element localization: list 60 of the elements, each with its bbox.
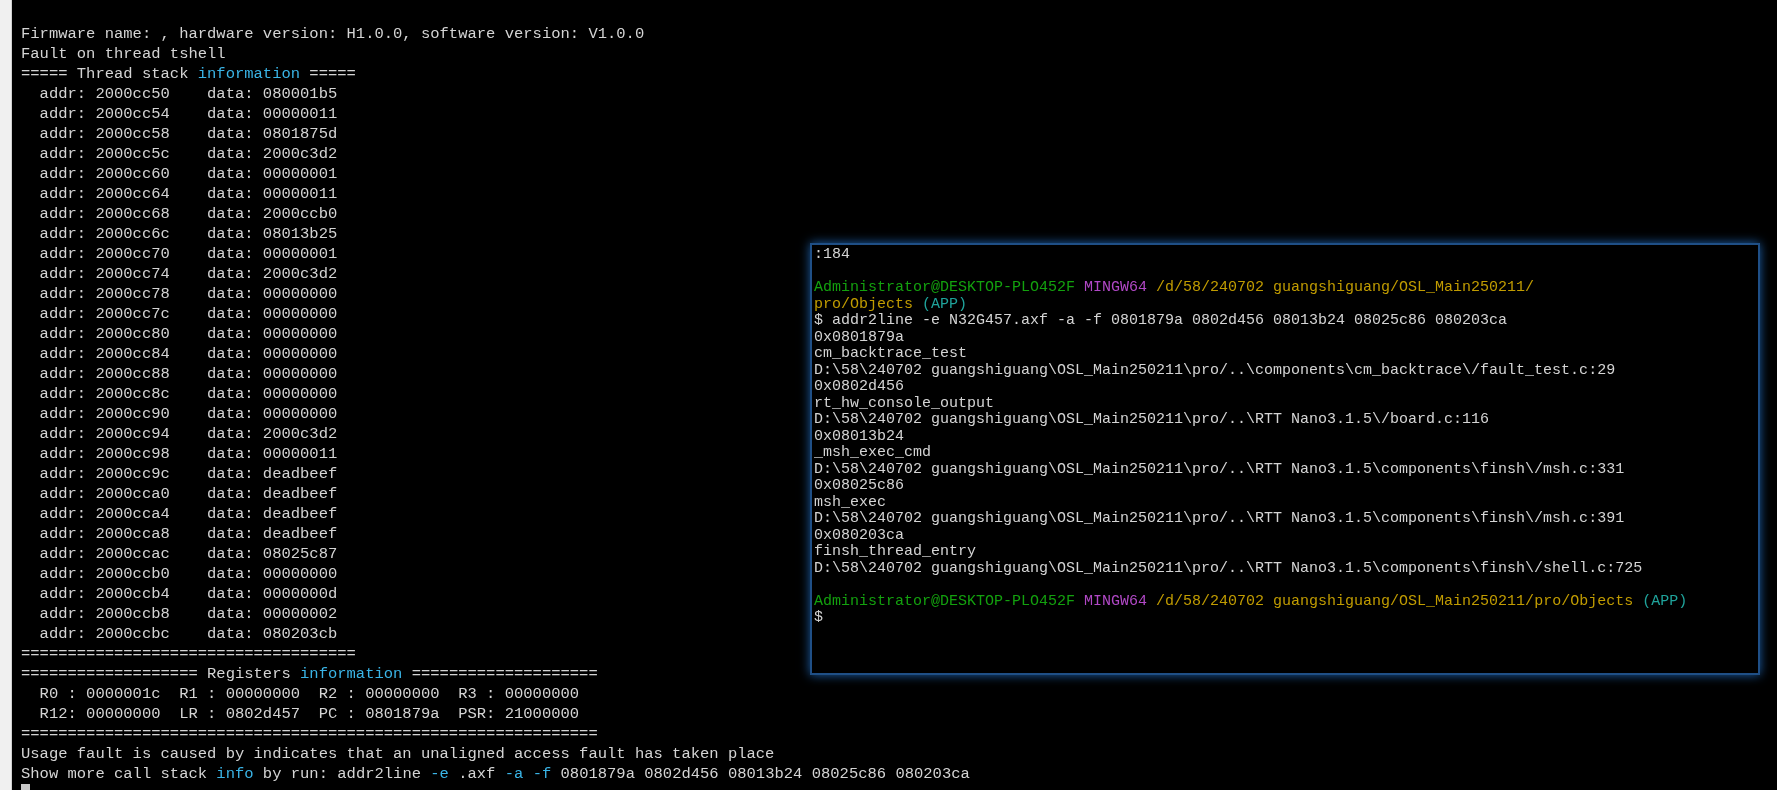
terminal-line: Firmware name: , hardware version: H1.0.0, software version: V1.0.0 [21, 25, 645, 43]
terminal-line: addr: 2000cc50 data: 080001b5 [38, 85, 338, 103]
terminal-line: 0x08025c86 [814, 477, 904, 494]
terminal-line: addr: 2000cc7c data: 00000000 [38, 305, 338, 323]
terminal-line: addr: 2000cc90 data: 00000000 [38, 405, 338, 423]
terminal-line: ==================================== [21, 645, 356, 663]
terminal-line: addr: 2000cc88 data: 00000000 [38, 365, 338, 383]
terminal-line: addr: 2000cca8 data: deadbeef [38, 525, 338, 543]
terminal-line: D:\58\240702 guangshiguang\OSL_Main250211\pro/..\RTT Nano3.1.5\components\finsh\/msh.c:391 [814, 510, 1625, 527]
terminal-line: D:\58\240702 guangshiguang\OSL_Main250211\pro/..\components\cm_backtrace\/fault_test.c:29 [814, 361, 1616, 379]
terminal-line: addr: 2000cc9c data: deadbeef [38, 465, 338, 483]
terminal-line: ===== Thread stack information ===== [21, 65, 356, 83]
terminal-line: Fault on thread tshell [21, 45, 226, 63]
scrollbar[interactable] [0, 0, 12, 790]
terminal-line: addr: 2000cc84 data: 00000000 [38, 345, 338, 363]
terminal-line: :184 [814, 246, 850, 263]
terminal-line: addr: 2000cc74 data: 2000c3d2 [38, 265, 338, 283]
terminal-line: addr: 2000ccb0 data: 00000000 [38, 565, 338, 583]
terminal-line: 0x0802d456 [814, 378, 904, 395]
terminal-line: $ addr2line -e N32G457.axf -a -f 0801879a 0802d456 08013b24 08025c86 080203ca [814, 312, 1508, 329]
terminal-line: msh_exec [814, 493, 886, 511]
terminal-line: addr: 2000cc78 data: 00000000 [38, 285, 338, 303]
terminal-line: addr: 2000cc98 data: 00000011 [38, 445, 338, 463]
terminal-line: Show more call stack info by run: addr2line -e .axf -a -f 0801879a 0802d456 08013b24 08025c86 080203ca [21, 765, 970, 783]
terminal-line: addr: 2000cc60 data: 00000001 [38, 165, 338, 183]
terminal-line: Administrator@DESKTOP-PLO452F MINGW64 /d/58/240702 guangshiguang/OSL_Main250211/ [814, 279, 1535, 296]
terminal-line: addr: 2000ccb8 data: 00000002 [38, 605, 338, 623]
terminal-line: addr: 2000cc64 data: 00000011 [38, 185, 338, 203]
terminal-line: addr: 2000ccbc data: 080203cb [38, 625, 338, 643]
terminal-line: R12: 00000000 LR : 0802d457 PC : 0801879a PSR: 21000000 [38, 705, 580, 723]
terminal-line: addr: 2000cc68 data: 2000ccb0 [38, 205, 338, 223]
terminal-line: rt_hw_console_output [814, 394, 995, 412]
terminal-line: addr: 2000cc94 data: 2000c3d2 [38, 425, 338, 443]
terminal-line: cm_backtrace_test [814, 345, 968, 362]
terminal-line: pro/Objects (APP) [814, 295, 968, 313]
terminal-line: addr: 2000cc5c data: 2000c3d2 [38, 145, 338, 163]
terminal-line: addr: 2000cc58 data: 0801875d [38, 125, 338, 143]
terminal-line: $ [814, 609, 823, 626]
terminal-line: D:\58\240702 guangshiguang\OSL_Main250211\pro/..\RTT Nano3.1.5\components\finsh\/shell.c:725 [814, 559, 1643, 577]
terminal-line: _msh_exec_cmd [814, 444, 932, 461]
terminal-line: 0x080203ca [814, 526, 904, 544]
terminal-line: 0x08013b24 [814, 427, 904, 445]
terminal-line: addr: 2000cc54 data: 00000011 [38, 105, 338, 123]
terminal-line: addr: 2000ccb4 data: 0000000d [38, 585, 338, 603]
terminal-line: addr: 2000cc8c data: 00000000 [38, 385, 338, 403]
terminal-line: 0x0801879a [814, 328, 904, 346]
terminal-line: D:\58\240702 guangshiguang\OSL_Main250211\pro/..\RTT Nano3.1.5\components\finsh\/msh.c:331 [814, 460, 1625, 478]
terminal-line: addr: 2000cc80 data: 00000000 [38, 325, 338, 343]
terminal-line: addr: 2000cca0 data: deadbeef [38, 485, 338, 503]
terminal-line: addr: 2000cc70 data: 00000001 [38, 245, 338, 263]
terminal-line: R0 : 0000001c R1 : 00000000 R2 : 00000000 R3 : 00000000 [38, 685, 580, 703]
terminal-line: Usage fault is caused by indicates that an unaligned access fault has taken place [21, 745, 775, 763]
terminal-line: =================== Registers information ==================== [21, 665, 598, 683]
terminal-line: finsh_thread_entry [814, 543, 977, 560]
terminal-line: addr: 2000cca4 data: deadbeef [38, 505, 338, 523]
terminal-line: Administrator@DESKTOP-PLO452F MINGW64 /d/58/240702 guangshiguang/OSL_Main250211/pro/Objects (APP) [814, 592, 1688, 610]
terminal-line: D:\58\240702 guangshiguang\OSL_Main250211\pro/..\RTT Nano3.1.5\/board.c:116 [814, 411, 1490, 428]
terminal-line: addr: 2000cc6c data: 08013b25 [38, 225, 338, 243]
terminal-line: ============================================================== [21, 725, 598, 743]
terminal-line: addr: 2000ccac data: 08025c87 [38, 545, 338, 563]
